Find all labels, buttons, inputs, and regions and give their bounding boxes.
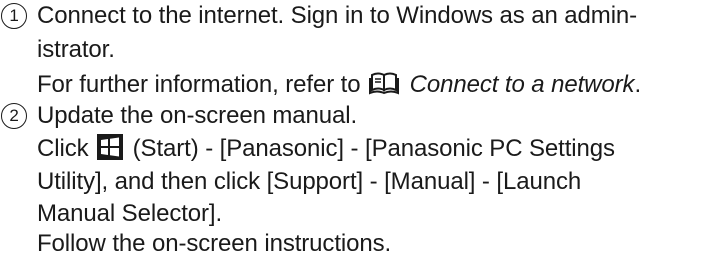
step-2-follow-instructions: Follow the on-screen instructions.	[37, 230, 392, 257]
step-2-text: Update the on-screen manual.	[37, 102, 358, 129]
reference-prefix: For further information, refer to	[37, 71, 361, 98]
book-icon	[369, 71, 400, 95]
step-2-number: 2	[1, 103, 27, 129]
step-1-text-cont: istrator.	[37, 36, 115, 63]
instruction-document: 1 Connect to the internet. Sign in to Wi…	[0, 0, 721, 257]
step-2-path-cont: Utility], and then click [Support] - [Ma…	[37, 168, 582, 195]
step-2-click-instruction: Click (Start) - [Panasonic] - [Panasonic…	[37, 133, 615, 165]
connect-to-network-link[interactable]: Connect to a network	[410, 71, 635, 98]
step-1-reference: For further information, refer to Connec…	[37, 69, 641, 101]
reference-suffix: .	[634, 71, 642, 98]
step-1-number: 1	[1, 3, 27, 29]
click-prefix: Click	[37, 135, 89, 162]
step-1-text: Connect to the internet. Sign in to Wind…	[37, 2, 638, 29]
click-path: (Start) - [Panasonic] - [Panasonic PC Se…	[132, 135, 615, 162]
windows-start-icon	[97, 134, 124, 160]
step-2-path-end: Manual Selector].	[37, 200, 223, 227]
